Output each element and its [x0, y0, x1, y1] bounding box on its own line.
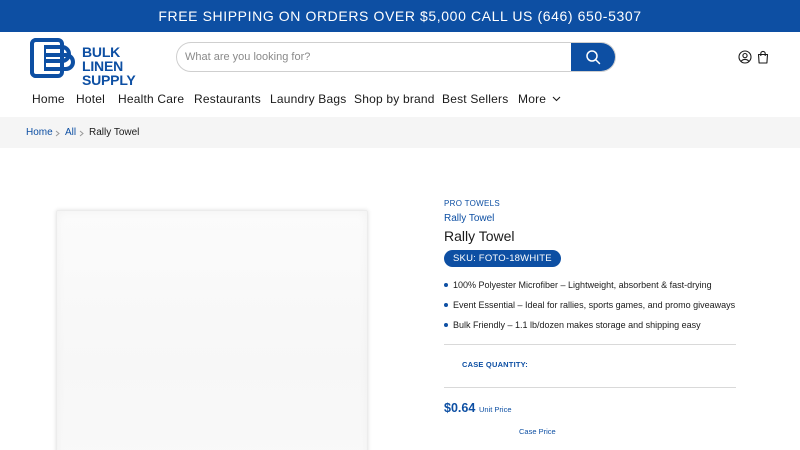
nav-item-home[interactable]: Home — [32, 92, 65, 106]
site-logo[interactable]: BULK LINEN SUPPLY — [30, 38, 160, 87]
case-quantity-label: CASE QUANTITY: — [462, 360, 528, 369]
nav-item-restaurants[interactable]: Restaurants — [194, 92, 261, 106]
logo-wordmark: BULK LINEN SUPPLY — [82, 45, 162, 87]
feature-text: Bulk Friendly – 1.1 lb/dozen makes stora… — [453, 320, 701, 330]
announcement-bar: FREE SHIPPING ON ORDERS OVER $5,000 CALL… — [0, 0, 800, 32]
divider — [444, 387, 736, 388]
account-button[interactable] — [738, 50, 752, 64]
announcement-text: FREE SHIPPING ON ORDERS OVER $5,000 CALL… — [158, 8, 642, 24]
chevron-right-icon — [79, 130, 84, 137]
nav-item-health-care[interactable]: Health Care — [118, 92, 184, 106]
account-icon — [738, 50, 752, 64]
feature-list: 100% Polyester Microfiber – Lightweight,… — [444, 280, 744, 340]
nav-item-shop-by-brand[interactable]: Shop by brand — [354, 92, 435, 106]
unit-price: $0.64 — [444, 401, 476, 415]
product-subtitle[interactable]: Rally Towel — [444, 213, 494, 224]
bullet-icon — [444, 323, 448, 327]
bullet-icon — [444, 283, 448, 287]
chevron-right-icon — [55, 130, 60, 137]
unit-price-label: Unit Price — [479, 405, 512, 414]
list-item: 100% Polyester Microfiber – Lightweight,… — [444, 280, 744, 300]
search-button[interactable] — [571, 43, 615, 71]
feature-text: 100% Polyester Microfiber – Lightweight,… — [453, 280, 712, 290]
feature-text: Event Essential – Ideal for rallies, spo… — [453, 300, 736, 310]
search-bar — [176, 42, 616, 72]
nav-item-more[interactable]: More — [518, 92, 546, 106]
search-icon — [586, 50, 601, 65]
breadcrumb-home[interactable]: Home — [26, 127, 53, 138]
breadcrumb: Home All Rally Towel — [0, 117, 800, 148]
case-price-label: Case Price — [519, 427, 556, 436]
list-item: Event Essential – Ideal for rallies, spo… — [444, 300, 744, 320]
product-image[interactable] — [56, 210, 368, 450]
logo-mark-icon — [30, 38, 75, 78]
nav-item-best-sellers[interactable]: Best Sellers — [442, 92, 508, 106]
site-header: BULK LINEN SUPPLY — [0, 32, 800, 87]
chevron-down-icon[interactable] — [552, 96, 561, 102]
search-input[interactable] — [177, 43, 573, 71]
bullet-icon — [444, 303, 448, 307]
cart-button[interactable] — [757, 50, 771, 64]
list-item: Bulk Friendly – 1.1 lb/dozen makes stora… — [444, 320, 744, 340]
sku-badge: SKU: FOTO-18WHITE — [444, 250, 561, 267]
nav-item-laundry-bags[interactable]: Laundry Bags — [270, 92, 346, 106]
cart-icon — [757, 50, 769, 64]
product-vendor[interactable]: PRO TOWELS — [444, 199, 500, 208]
divider — [444, 344, 736, 345]
breadcrumb-all[interactable]: All — [65, 127, 76, 138]
nav-item-hotel[interactable]: Hotel — [76, 92, 105, 106]
logo-line-1: BULK LINEN — [82, 44, 124, 74]
breadcrumb-current: Rally Towel — [89, 127, 140, 138]
main-nav: Home Hotel Health Care Restaurants Laund… — [0, 84, 800, 114]
product-title: Rally Towel — [444, 228, 515, 244]
